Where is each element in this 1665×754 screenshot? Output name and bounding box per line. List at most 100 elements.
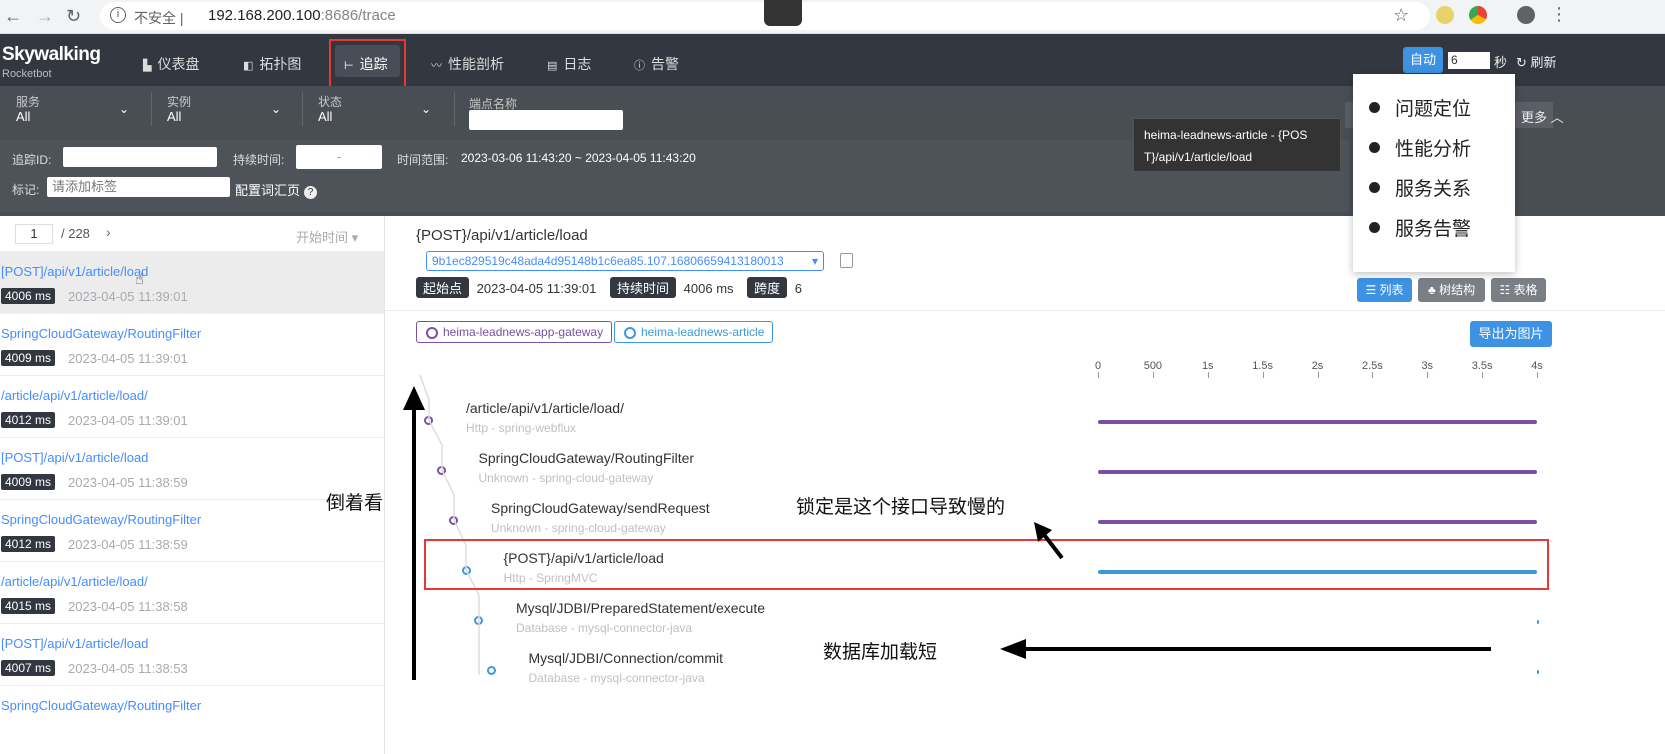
annotation-db-short: 数据库加载短 [823,642,938,663]
topology-icon: ◧ [243,60,254,72]
span-name[interactable]: SpringCloudGateway/sendRequest [491,500,710,516]
forward-icon[interactable]: → [36,6,54,27]
service-chip-article[interactable]: heima-leadnews-article [614,321,774,343]
chevron-down-icon[interactable]: ⌄ [119,102,129,116]
trace-name[interactable]: SpringCloudGateway/RoutingFilter [1,512,201,527]
span-duration-bar[interactable] [1098,470,1537,474]
bullet-icon [1369,182,1380,193]
popup-item-service-relation[interactable]: 服务关系 [1369,174,1515,214]
profile-avatar-icon[interactable] [1517,6,1535,24]
span-name[interactable]: Mysql/JDBI/PreparedStatement/execute [516,600,765,616]
trace-duration: 4006 ms [1,288,56,304]
trace-name[interactable]: /article/api/v1/article/load/ [1,574,148,589]
nav-log[interactable]: ▤ 日志 [547,54,591,74]
trace-id-input[interactable] [63,147,217,167]
trace-id-select[interactable]: 9b1ec829519c48ada4d95148b1c6ea85.107.168… [426,251,824,271]
view-list-button[interactable]: ☰ 列表 [1357,278,1412,302]
copy-icon[interactable] [840,253,853,268]
start-value: 2023-04-05 11:39:01 [476,281,597,296]
annotation-reverse: 倒着看 [326,493,384,514]
annotation-locked: 锁定是这个接口导致慢的 [796,497,1006,518]
duration-input[interactable]: - [296,145,382,169]
auto-refresh-button[interactable]: 自动 [1403,47,1443,73]
trace-row[interactable]: SpringCloudGateway/RoutingFilter 4009 ms 2… [0,314,384,376]
bar-chart-icon: ▙ [143,60,152,72]
trace-name[interactable]: /article/api/v1/article/load/ [1,388,148,403]
back-icon[interactable]: ← [4,6,22,27]
insecure-label: 不安全 | [134,10,184,26]
interval-input[interactable]: 6 [1448,52,1490,69]
popup-item-problem-locate[interactable]: 问题定位 [1369,94,1515,134]
axis-tick [1152,372,1154,378]
axis-tick [1317,372,1319,378]
chrome-extension-icon[interactable] [1469,6,1487,24]
reload-icon[interactable]: ↻ [66,6,81,27]
trace-duration: 4007 ms [1,660,56,676]
trace-time: 2023-04-05 11:38:53 [68,661,188,676]
bullet-icon [1369,222,1380,233]
more-toggle[interactable]: 更多 ︿ [1521,107,1573,131]
axis-tick-label: 4s [1531,360,1543,372]
info-icon[interactable]: i [110,7,126,23]
interval-unit: 秒 [1494,55,1508,70]
trace-row[interactable]: /article/api/v1/article/load/4012 ms 2023… [0,376,384,438]
span-name[interactable]: Mysql/JDBI/Connection/commit [529,650,724,666]
next-page-icon[interactable]: › [106,224,111,240]
alarm-icon: ⓘ [634,60,645,72]
popup-item-performance[interactable]: 性能分析 [1369,134,1515,174]
service-chip-gateway[interactable]: heima-leadnews-app-gateway [416,321,613,343]
nav-alarm[interactable]: ⓘ 告警 [634,54,679,74]
screen-share-icon[interactable] [764,0,802,26]
span-duration-bar[interactable] [1537,670,1539,674]
axis-tick-label: 1.5s [1252,360,1274,372]
tooltip-line: T}/api/v1/article/load [1144,150,1253,164]
page-input[interactable]: 1 [15,224,53,244]
axis-tick-label: 2.5s [1361,360,1383,372]
view-tree-button[interactable]: ♣ 树结构 [1418,278,1485,302]
view-table-button[interactable]: ☷ 表格 [1491,278,1546,302]
span-duration-bar[interactable] [1098,520,1537,524]
trace-time: 2023-04-05 11:38:58 [68,599,188,614]
trace-time: 2023-04-05 11:39:01 [68,351,188,366]
trace-duration: 4009 ms [1,474,56,490]
start-label: 起始点 [416,277,470,298]
trace-row[interactable]: [POST]/api/v1/article/load 4007 ms 2023-04… [0,624,384,686]
span-duration-bar[interactable] [1098,420,1537,424]
trace-name[interactable]: [POST]/api/v1/article/load [1,450,148,465]
nav-profile[interactable]: 〰性能剖析 [431,54,504,74]
time-range-value[interactable]: 2023-03-06 11:43:20 ~ 2023-04-05 11:43:2… [461,151,696,165]
sort-select[interactable]: 开始时间 ▾ [296,227,358,246]
context-popup-menu: 问题定位 性能分析 服务关系 服务告警 [1353,74,1515,272]
service-select[interactable]: All [16,109,30,124]
tag-input[interactable]: 请添加标签 [47,177,230,197]
status-select[interactable]: All [318,109,332,124]
trace-time: 2023-04-05 11:38:59 [68,537,188,552]
trace-name[interactable]: [POST]/api/v1/article/load [1,636,148,651]
nav-topology[interactable]: ◧ 拓扑图 [243,54,301,74]
config-vocab-link[interactable]: 配置词汇页? [235,180,318,199]
menu-dots-icon[interactable]: ⋮ [1550,4,1568,25]
axis-tick [1482,372,1484,378]
refresh-button[interactable]: ↻ 刷新 [1516,52,1557,71]
trace-duration: 4009 ms [1,350,56,366]
chevron-down-icon[interactable]: ⌄ [421,102,431,116]
trace-name[interactable]: SpringCloudGateway/RoutingFilter [1,698,201,713]
bookmark-star-icon[interactable]: ☆ [1393,5,1409,26]
trace-row[interactable]: /article/api/v1/article/load/4015 ms 2023… [0,562,384,624]
endpoint-input[interactable] [469,110,623,130]
trace-row[interactable]: SpringCloudGateway/RoutingFilter [0,686,384,748]
instance-select[interactable]: All [167,109,181,124]
export-image-button[interactable]: 导出为图片 [1470,321,1552,347]
tag-label: 标记: [12,183,40,197]
trace-row[interactable]: [POST]/api/v1/article/load 4006 ms 2023-04… [0,252,384,314]
trace-name[interactable]: [POST]/api/v1/article/load [1,264,148,279]
help-icon[interactable]: ? [304,186,318,199]
nav-dashboard[interactable]: ▙ 仪表盘 [143,54,199,74]
span-duration-bar[interactable] [1537,620,1539,624]
popup-item-service-alarm[interactable]: 服务告警 [1369,214,1515,254]
divider [385,310,1665,311]
chevron-down-icon[interactable]: ⌄ [271,102,281,116]
trace-name[interactable]: SpringCloudGateway/RoutingFilter [1,326,201,341]
extension-icon[interactable] [1436,6,1454,24]
axis-tick-label: 3.5s [1471,360,1493,372]
